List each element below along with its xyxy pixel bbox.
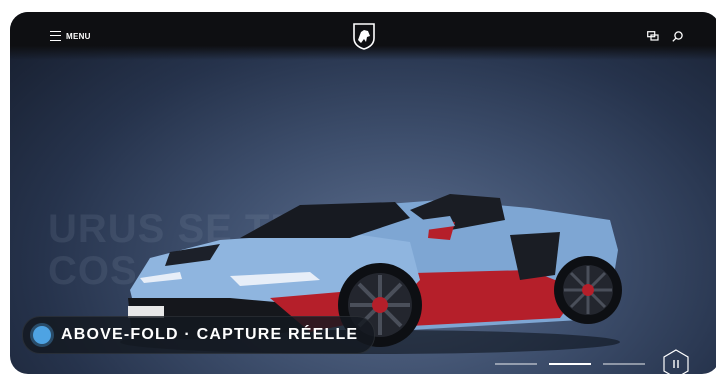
carousel-indicator-2[interactable]: [549, 363, 591, 365]
menu-label: MENU: [66, 31, 91, 41]
chat-bubbles-icon[interactable]: [647, 31, 659, 42]
carousel-indicators: [495, 363, 645, 365]
bull-shield-logo-icon[interactable]: [352, 22, 376, 50]
pause-icon[interactable]: [662, 349, 690, 374]
hamburger-icon: [50, 31, 61, 41]
status-dot-icon: [33, 326, 51, 344]
capture-badge: ABOVE-FOLD · CAPTURE RÉELLE: [22, 316, 376, 354]
menu-button[interactable]: MENU: [50, 31, 91, 41]
carousel-indicator-1[interactable]: [495, 363, 537, 365]
top-navigation-bar: MENU: [10, 12, 716, 60]
capture-badge-label: ABOVE-FOLD · CAPTURE RÉELLE: [61, 326, 359, 343]
search-icon[interactable]: [672, 31, 683, 42]
carousel-indicator-3[interactable]: [603, 363, 645, 365]
